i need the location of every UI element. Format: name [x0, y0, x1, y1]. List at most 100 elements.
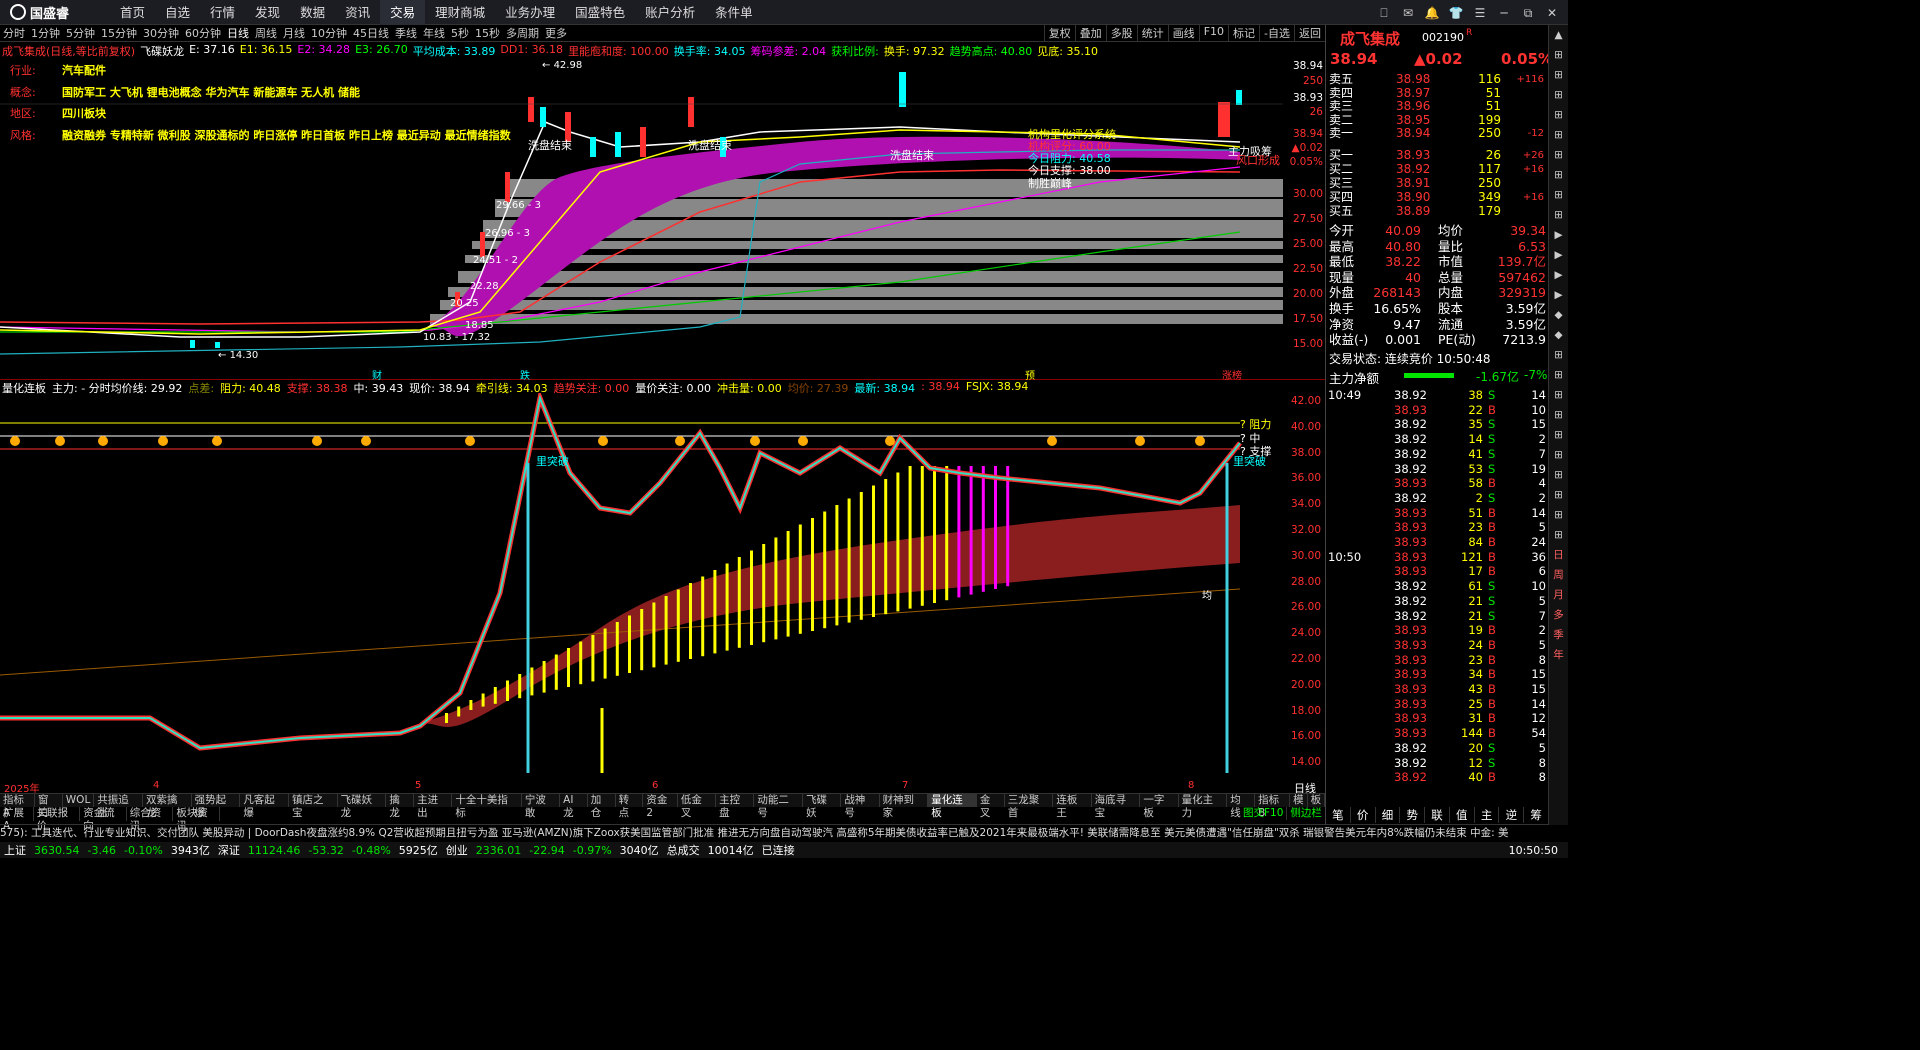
menu-item-8[interactable]: 业务办理 — [495, 0, 565, 25]
menu-item-4[interactable]: 数据 — [290, 0, 335, 25]
indicator-tab-13[interactable]: AI龙 — [560, 794, 588, 819]
period-8[interactable]: 月线 — [280, 25, 308, 41]
tool-4[interactable]: 画线 — [1167, 25, 1199, 41]
sidebar-icon[interactable]: ▶ — [1549, 245, 1568, 265]
period-4[interactable]: 30分钟 — [140, 25, 182, 41]
sidebar-icon[interactable]: ⊞ — [1549, 525, 1568, 545]
sidebar-icon[interactable]: ⊞ — [1549, 425, 1568, 445]
sidebar-icon[interactable]: ⊞ — [1549, 165, 1568, 185]
tool-7[interactable]: -自选 — [1259, 25, 1294, 41]
indicator-tab-33[interactable]: 板 — [1308, 794, 1326, 807]
sidebar-icon[interactable]: 月 — [1549, 585, 1568, 605]
indicator-tab-16[interactable]: 资金2 — [643, 794, 678, 819]
tool-2[interactable]: 多股 — [1105, 25, 1137, 41]
sidebar-icon[interactable]: ▲ — [1549, 25, 1568, 45]
menu-item-6[interactable]: 交易 — [380, 0, 426, 25]
right-tab-6[interactable]: 主 — [1475, 807, 1500, 823]
index-name[interactable]: 上证 — [4, 842, 26, 858]
indicator-tab-30[interactable]: 均线 — [1227, 794, 1256, 819]
indicator-tab-29[interactable]: 量化主力 — [1179, 794, 1228, 819]
indicator-tab-24[interactable]: 金叉 — [977, 794, 1005, 819]
indicator-tab-0[interactable]: 指标A — [0, 794, 35, 819]
window-control-icon[interactable]: ☰ — [1470, 4, 1490, 22]
side-tab-1[interactable]: 侧边栏 — [1287, 807, 1326, 820]
right-tab-2[interactable]: 细 — [1376, 807, 1401, 823]
sidebar-icon[interactable]: 年 — [1549, 645, 1568, 665]
sidebar-icon[interactable]: 日 — [1549, 545, 1568, 565]
indicator-tab-8[interactable]: 飞碟妖龙 — [338, 794, 387, 819]
side-tab-0[interactable]: 图交F10 — [1240, 807, 1288, 820]
period-13[interactable]: 5秒 — [448, 25, 472, 41]
indicator-tab-7[interactable]: 镇店之宝 — [289, 794, 338, 819]
right-tab-3[interactable]: 势 — [1400, 807, 1426, 823]
period-11[interactable]: 季线 — [392, 25, 420, 41]
menu-item-2[interactable]: 行情 — [200, 0, 245, 25]
indicator-tab-31[interactable]: 指标B — [1255, 794, 1291, 819]
indicator-tab-12[interactable]: 宁波敢 — [522, 794, 561, 819]
indicator-tab-21[interactable]: 战神号 — [841, 794, 880, 819]
indicator-tab-32[interactable]: 模 — [1290, 794, 1308, 807]
period-6[interactable]: 日线 — [224, 25, 252, 41]
sidebar-icon[interactable]: ⊞ — [1549, 465, 1568, 485]
menu-item-0[interactable]: 首页 — [110, 0, 155, 25]
menu-item-5[interactable]: 资讯 — [335, 0, 380, 25]
window-control-icon[interactable]: ⧉ — [1518, 4, 1538, 22]
info-tab-0[interactable]: 扩展A — [0, 807, 34, 832]
index-name[interactable]: 深证 — [218, 842, 240, 858]
menu-item-11[interactable]: 条件单 — [705, 0, 763, 25]
window-control-icon[interactable]: ✉ — [1398, 4, 1418, 22]
period-5[interactable]: 60分钟 — [182, 25, 224, 41]
indicator-tab-10[interactable]: 主进出 — [414, 794, 453, 819]
indicator-tab-26[interactable]: 连板王 — [1053, 794, 1092, 819]
period-14[interactable]: 15秒 — [472, 25, 503, 41]
right-tab-4[interactable]: 联 — [1425, 807, 1450, 823]
window-control-icon[interactable]: 👕 — [1446, 4, 1466, 22]
indicator-tab-25[interactable]: 三龙聚首 — [1005, 794, 1054, 819]
sidebar-icon[interactable]: ⊞ — [1549, 365, 1568, 385]
tool-8[interactable]: 返回 — [1294, 25, 1325, 41]
sidebar-icon[interactable]: ⊞ — [1549, 85, 1568, 105]
period-2[interactable]: 5分钟 — [63, 25, 98, 41]
sidebar-icon[interactable]: ⊞ — [1549, 125, 1568, 145]
indicator-tab-9[interactable]: 擒龙 — [386, 794, 415, 819]
indicator-tab-17[interactable]: 低金叉 — [678, 794, 717, 819]
event-marker[interactable]: 涨榜 — [1222, 367, 1242, 382]
tool-5[interactable]: F10 — [1198, 25, 1228, 41]
sidebar-icon[interactable]: ⊞ — [1549, 405, 1568, 425]
right-tab-7[interactable]: 逆 — [1499, 807, 1525, 823]
menu-item-1[interactable]: 自选 — [155, 0, 200, 25]
window-control-icon[interactable]: ⎕ — [1374, 4, 1394, 22]
period-0[interactable]: 分时 — [0, 25, 28, 41]
sidebar-icon[interactable]: 周 — [1549, 565, 1568, 585]
period-10[interactable]: 45日线 — [350, 25, 392, 41]
sidebar-icon[interactable]: ⊞ — [1549, 445, 1568, 465]
indicator-tab-15[interactable]: 转点 — [616, 794, 644, 819]
indicator-tab-27[interactable]: 海底寻宝 — [1092, 794, 1141, 819]
tool-6[interactable]: 标记 — [1228, 25, 1259, 41]
right-tab-8[interactable]: 筹 — [1524, 807, 1550, 823]
tool-3[interactable]: 统计 — [1136, 25, 1168, 41]
period-7[interactable]: 周线 — [252, 25, 280, 41]
right-tab-5[interactable]: 值 — [1450, 807, 1475, 823]
period-15[interactable]: 多周期 — [503, 25, 542, 41]
right-tab-1[interactable]: 价 — [1351, 807, 1376, 823]
period-3[interactable]: 15分钟 — [98, 25, 140, 41]
sidebar-icon[interactable]: ⊞ — [1549, 145, 1568, 165]
sidebar-icon[interactable]: ⊞ — [1549, 185, 1568, 205]
indicator-tab-19[interactable]: 动能二号 — [754, 794, 804, 819]
window-control-icon[interactable]: ─ — [1494, 4, 1514, 22]
sub-chart[interactable] — [0, 389, 1325, 778]
indicator-tab-6[interactable]: 凡客起爆 — [240, 794, 289, 819]
window-control-icon[interactable]: 🔔 — [1422, 4, 1442, 22]
period-1[interactable]: 1分钟 — [28, 25, 63, 41]
sidebar-icon[interactable]: ⊞ — [1549, 385, 1568, 405]
indicator-tab-14[interactable]: 加仓 — [588, 794, 616, 819]
news-ticker[interactable]: 575): 工具迭代、行业专业知识、交付团队 美股异动 | DoorDash夜盘… — [0, 824, 1568, 840]
right-tab-0[interactable]: 笔 — [1326, 807, 1351, 823]
period-12[interactable]: 年线 — [420, 25, 448, 41]
menu-item-9[interactable]: 国盛特色 — [565, 0, 635, 25]
sidebar-icon[interactable]: 季 — [1549, 625, 1568, 645]
indicator-tab-28[interactable]: 一字板 — [1140, 794, 1179, 819]
sidebar-icon[interactable]: ⊞ — [1549, 505, 1568, 525]
period-16[interactable]: 更多 — [542, 25, 570, 41]
